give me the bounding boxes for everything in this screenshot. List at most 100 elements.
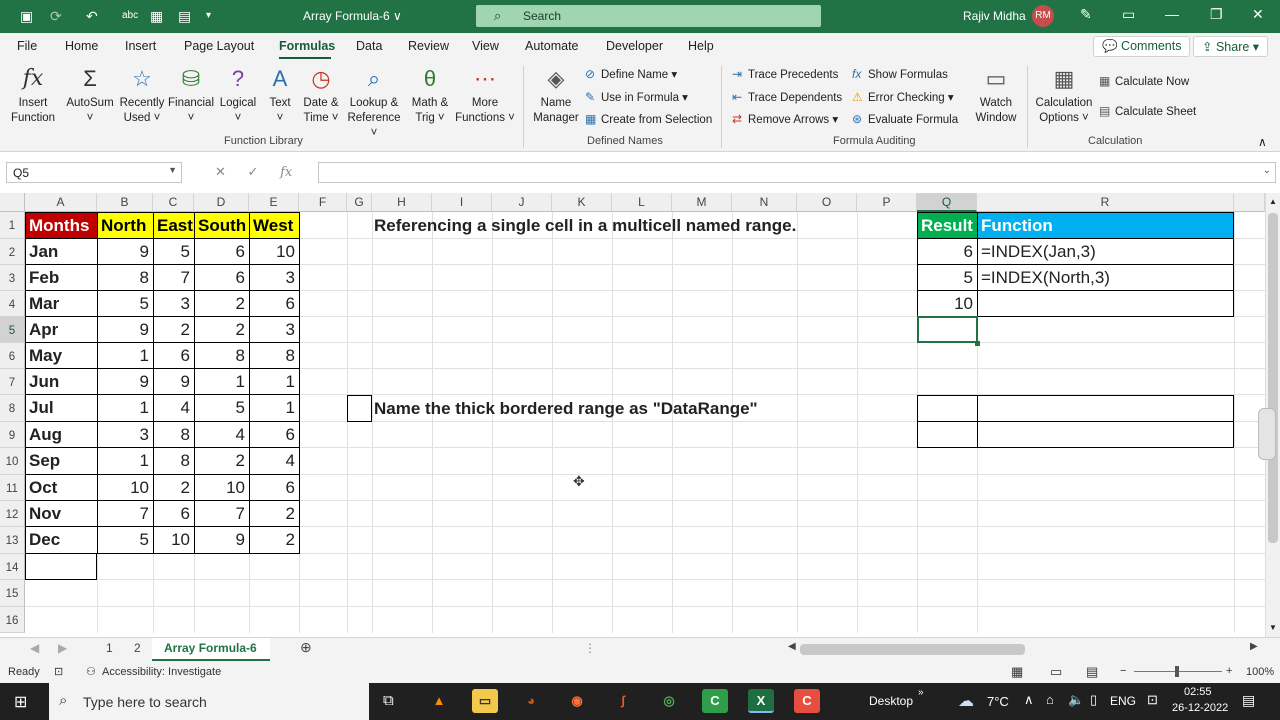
zoom-slider-thumb[interactable] bbox=[1175, 666, 1179, 677]
east-value-cell[interactable]: 7 bbox=[153, 264, 195, 291]
display-icon[interactable]: ⊡ bbox=[1147, 692, 1158, 708]
east-value-cell[interactable]: 2 bbox=[153, 316, 195, 343]
logical-button[interactable]: ? Logical ˅ bbox=[216, 65, 260, 126]
tab-split-handle-icon[interactable]: ⋮ bbox=[584, 641, 596, 655]
row-header-5[interactable]: 5 bbox=[0, 317, 25, 343]
macro-recording-icon[interactable]: ⊡ bbox=[54, 665, 63, 678]
document-title[interactable]: Array Formula-6 ∨ bbox=[303, 9, 402, 23]
task-view-icon[interactable]: ⧉ bbox=[383, 692, 394, 709]
error-checking-button[interactable]: ⚠ Error Checking ▾ bbox=[852, 90, 954, 104]
formula-input[interactable]: ⌄ bbox=[318, 162, 1276, 183]
west-value-cell[interactable]: 1 bbox=[249, 394, 300, 422]
notifications-icon[interactable]: ▤ bbox=[1242, 692, 1255, 709]
row-header-10[interactable]: 10 bbox=[0, 448, 25, 475]
month-cell[interactable]: May bbox=[25, 342, 98, 369]
column-header-b[interactable]: B bbox=[97, 193, 153, 212]
lookup-reference-button[interactable]: ⌕ Lookup & Reference ˅ bbox=[343, 65, 405, 141]
month-cell[interactable]: Jul bbox=[25, 394, 98, 422]
west-value-cell[interactable]: 3 bbox=[249, 316, 300, 343]
header-east[interactable]: East bbox=[153, 212, 195, 239]
south-value-cell[interactable]: 10 bbox=[194, 474, 250, 501]
east-value-cell[interactable]: 10 bbox=[153, 526, 195, 554]
windows-start-icon[interactable]: ⊞ bbox=[14, 692, 27, 712]
north-value-cell[interactable]: 5 bbox=[97, 526, 154, 554]
column-header-p[interactable]: P bbox=[857, 193, 917, 212]
south-value-cell[interactable]: 2 bbox=[194, 316, 250, 343]
comments-button[interactable]: 💬 Comments bbox=[1093, 36, 1191, 57]
column-header-n[interactable]: N bbox=[732, 193, 797, 212]
row-header-13[interactable]: 13 bbox=[0, 527, 25, 554]
tab-formulas[interactable]: Formulas bbox=[279, 39, 335, 53]
network-icon[interactable]: ⌂ bbox=[1046, 692, 1054, 707]
tab-data[interactable]: Data bbox=[356, 39, 382, 53]
column-header-m[interactable]: M bbox=[672, 193, 732, 212]
west-value-cell[interactable]: 10 bbox=[249, 238, 300, 265]
south-value-cell[interactable]: 6 bbox=[194, 264, 250, 291]
desktop-label[interactable]: Desktop bbox=[869, 694, 913, 708]
avatar[interactable]: RM bbox=[1032, 5, 1054, 27]
north-value-cell[interactable]: 10 bbox=[97, 474, 154, 501]
zoom-out-icon[interactable]: − bbox=[1120, 665, 1126, 677]
row-header-9[interactable]: 9 bbox=[0, 422, 25, 448]
search-box[interactable]: ⌕ Search bbox=[476, 5, 821, 27]
function-header[interactable]: Function bbox=[977, 212, 1234, 239]
camtasia-icon[interactable]: C bbox=[702, 689, 728, 713]
south-value-cell[interactable]: 6 bbox=[194, 238, 250, 265]
undo-icon[interactable]: ↶ bbox=[86, 8, 98, 24]
west-value-cell[interactable]: 3 bbox=[249, 264, 300, 291]
name-box-dropdown-icon[interactable]: ▼ bbox=[168, 165, 177, 175]
screenshot-icon[interactable]: ▦ bbox=[150, 8, 163, 24]
temperature[interactable]: 7°C bbox=[987, 694, 1009, 709]
firefox-icon[interactable]: ◉ bbox=[564, 689, 590, 713]
function-cell[interactable] bbox=[977, 290, 1234, 317]
sheet-tab-2[interactable]: 2 bbox=[134, 641, 141, 655]
east-value-cell[interactable]: 9 bbox=[153, 368, 195, 395]
scrollbar-thumb[interactable] bbox=[1268, 213, 1278, 543]
column-header-f[interactable]: F bbox=[299, 193, 347, 212]
column-header-i[interactable]: I bbox=[432, 193, 492, 212]
column-header-h[interactable]: H bbox=[372, 193, 432, 212]
remove-arrows-button[interactable]: ⇄ Remove Arrows ▾ bbox=[732, 112, 838, 126]
result-header[interactable]: Result bbox=[917, 212, 978, 239]
west-value-cell[interactable]: 4 bbox=[249, 447, 300, 475]
north-value-cell[interactable]: 1 bbox=[97, 447, 154, 475]
sheet-tab-1[interactable]: 1 bbox=[106, 641, 113, 655]
east-value-cell[interactable]: 6 bbox=[153, 342, 195, 369]
column-header-e[interactable]: E bbox=[249, 193, 299, 212]
west-value-cell[interactable]: 6 bbox=[249, 290, 300, 317]
watch-window-button[interactable]: ▭ Watch Window bbox=[972, 65, 1020, 126]
user-name[interactable]: Rajiv Midha bbox=[963, 9, 1026, 23]
east-value-cell[interactable]: 6 bbox=[153, 500, 195, 527]
tab-developer[interactable]: Developer bbox=[606, 39, 663, 53]
file-explorer-icon[interactable]: ▭ bbox=[472, 689, 498, 713]
define-name-button[interactable]: ⊘ Define Name ▾ bbox=[585, 67, 677, 81]
text-button[interactable]: A Text ˅ bbox=[263, 65, 297, 126]
row-header-3[interactable]: 3 bbox=[0, 265, 25, 291]
header-months[interactable]: Months bbox=[25, 212, 98, 239]
south-value-cell[interactable]: 5 bbox=[194, 394, 250, 422]
accessibility-status[interactable]: Accessibility: Investigate bbox=[102, 666, 221, 678]
clock-date[interactable]: 26-12-2022 bbox=[1172, 702, 1228, 714]
math-trig-button[interactable]: θ Math & Trig ˅ bbox=[407, 65, 453, 126]
header-west[interactable]: West bbox=[249, 212, 300, 239]
page-layout-view-icon[interactable]: ▭ bbox=[1050, 664, 1062, 680]
row-header-14[interactable]: 14 bbox=[0, 554, 25, 580]
result-cell[interactable]: 10 bbox=[917, 290, 978, 317]
north-value-cell[interactable]: 5 bbox=[97, 290, 154, 317]
month-cell[interactable]: Sep bbox=[25, 447, 98, 475]
column-header-d[interactable]: D bbox=[194, 193, 249, 212]
row-header-8[interactable]: 8 bbox=[0, 395, 25, 422]
use-in-formula-button[interactable]: ✎ Use in Formula ▾ bbox=[585, 90, 688, 104]
row-header-1[interactable]: 1 bbox=[0, 212, 25, 239]
collapse-ribbon-icon[interactable]: ∧ bbox=[1258, 135, 1267, 149]
column-header-l[interactable]: L bbox=[612, 193, 672, 212]
enter-entry-icon[interactable]: ✓ bbox=[248, 164, 259, 179]
row-header-15[interactable]: 15 bbox=[0, 580, 25, 607]
tab-home[interactable]: Home bbox=[65, 39, 98, 53]
cell-q9[interactable] bbox=[917, 421, 978, 448]
calculation-options-button[interactable]: ▦ Calculation Options ˅ bbox=[1033, 65, 1095, 126]
cell-r8[interactable] bbox=[977, 395, 1234, 422]
close-button[interactable]: ✕ bbox=[1252, 6, 1264, 23]
function-cell[interactable]: =INDEX(Jan,3) bbox=[977, 238, 1234, 265]
sheet-tab-array-formula-6[interactable]: Array Formula-6 bbox=[164, 641, 257, 655]
